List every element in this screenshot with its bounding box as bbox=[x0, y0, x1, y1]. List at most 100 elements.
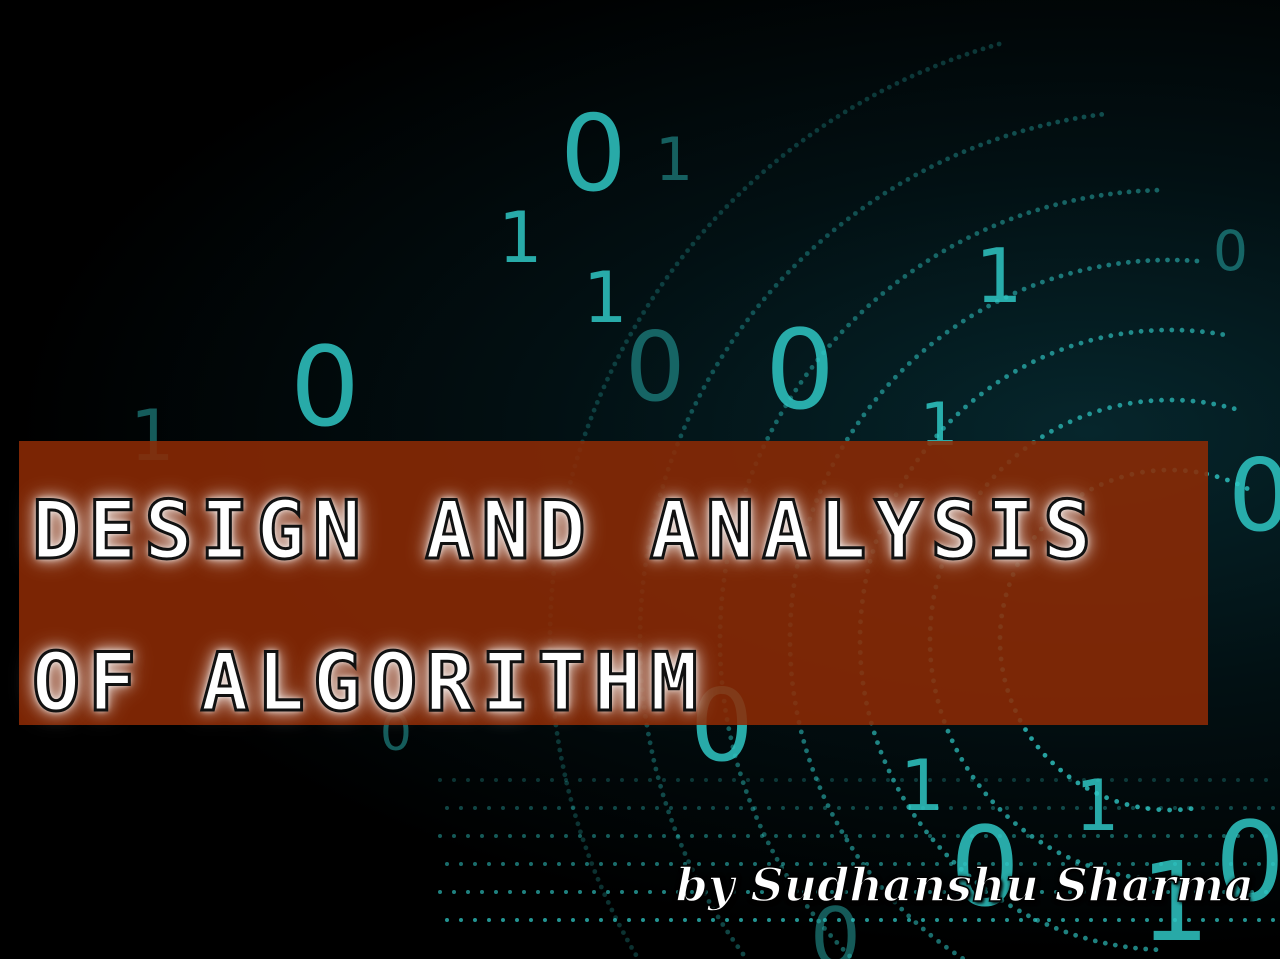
dot bbox=[802, 834, 806, 838]
dot bbox=[906, 361, 912, 366]
dot bbox=[961, 149, 967, 155]
dot bbox=[459, 862, 463, 866]
dot bbox=[774, 834, 778, 838]
dot bbox=[936, 335, 942, 341]
dot bbox=[595, 876, 601, 882]
dot bbox=[473, 918, 477, 922]
dot bbox=[907, 918, 911, 922]
dot bbox=[788, 834, 792, 838]
dot bbox=[1180, 397, 1185, 403]
dot bbox=[1135, 804, 1140, 810]
dot bbox=[924, 829, 929, 835]
dot bbox=[571, 918, 575, 922]
dot bbox=[669, 918, 673, 922]
dot bbox=[508, 834, 512, 838]
dot bbox=[925, 67, 930, 72]
dot bbox=[664, 275, 670, 280]
dot bbox=[785, 269, 791, 275]
dot bbox=[586, 853, 592, 859]
dot bbox=[914, 354, 919, 360]
dot bbox=[844, 837, 850, 843]
dot bbox=[1078, 340, 1084, 346]
dot bbox=[620, 890, 624, 894]
dot bbox=[893, 806, 897, 810]
dot bbox=[748, 180, 754, 186]
dot bbox=[690, 834, 694, 838]
dot bbox=[1169, 327, 1175, 333]
dot bbox=[995, 379, 1001, 385]
dot bbox=[645, 302, 651, 308]
dot bbox=[672, 826, 678, 832]
dot bbox=[830, 812, 835, 817]
dot bbox=[1214, 474, 1220, 480]
dot bbox=[831, 227, 837, 233]
dot bbox=[612, 361, 618, 367]
dot bbox=[865, 806, 869, 810]
dot bbox=[1210, 330, 1215, 336]
dot bbox=[620, 778, 624, 782]
dot bbox=[571, 862, 575, 866]
dot bbox=[669, 862, 673, 866]
dot bbox=[452, 890, 456, 894]
dot bbox=[899, 367, 905, 373]
dot bbox=[1004, 374, 1009, 379]
dot bbox=[802, 778, 806, 782]
dot bbox=[601, 384, 607, 390]
dot bbox=[1178, 807, 1183, 813]
dot bbox=[925, 258, 931, 263]
dot bbox=[995, 136, 1000, 142]
dot bbox=[683, 806, 687, 810]
dot bbox=[473, 862, 477, 866]
dot bbox=[480, 834, 484, 838]
dot bbox=[873, 397, 879, 402]
dot bbox=[890, 186, 895, 191]
dot bbox=[663, 801, 669, 806]
dot bbox=[562, 772, 568, 778]
dot bbox=[718, 210, 724, 215]
dot bbox=[1050, 760, 1055, 766]
dot bbox=[1194, 258, 1200, 264]
dot bbox=[655, 775, 661, 781]
dot bbox=[781, 806, 785, 810]
dot bbox=[742, 186, 748, 192]
dot bbox=[864, 96, 870, 102]
dot bbox=[956, 778, 960, 782]
dot bbox=[913, 172, 919, 178]
dot bbox=[557, 806, 561, 810]
dot bbox=[662, 778, 666, 782]
dot bbox=[705, 377, 711, 383]
dot bbox=[599, 862, 603, 866]
dot bbox=[739, 918, 743, 922]
dot bbox=[648, 778, 652, 782]
dot bbox=[760, 834, 764, 838]
dot bbox=[1096, 264, 1102, 270]
dot bbox=[905, 177, 911, 182]
dot bbox=[707, 222, 712, 228]
binary-digit-1: 1 bbox=[498, 197, 543, 279]
dot bbox=[1058, 273, 1064, 279]
dot bbox=[852, 316, 858, 321]
dot bbox=[949, 243, 955, 249]
dot bbox=[678, 433, 684, 439]
dot bbox=[487, 862, 491, 866]
dot bbox=[1013, 368, 1018, 374]
dot bbox=[679, 254, 685, 260]
dot bbox=[1029, 125, 1034, 131]
dot bbox=[1089, 918, 1093, 922]
dot bbox=[754, 174, 760, 180]
dot bbox=[1033, 918, 1037, 922]
dot bbox=[729, 339, 735, 345]
dot bbox=[1166, 778, 1170, 782]
dot bbox=[849, 845, 855, 851]
dot bbox=[1231, 406, 1237, 412]
dot bbox=[859, 309, 865, 315]
cover-title: DESIGN AND ANALYSIS OF ALGORITHM bbox=[31, 483, 1100, 731]
dot bbox=[589, 861, 595, 866]
dot bbox=[583, 845, 589, 851]
dot bbox=[515, 862, 519, 866]
dot bbox=[1047, 845, 1053, 851]
dot bbox=[1087, 411, 1092, 417]
dot bbox=[983, 791, 989, 797]
dot bbox=[1055, 119, 1061, 125]
dot bbox=[944, 852, 950, 858]
